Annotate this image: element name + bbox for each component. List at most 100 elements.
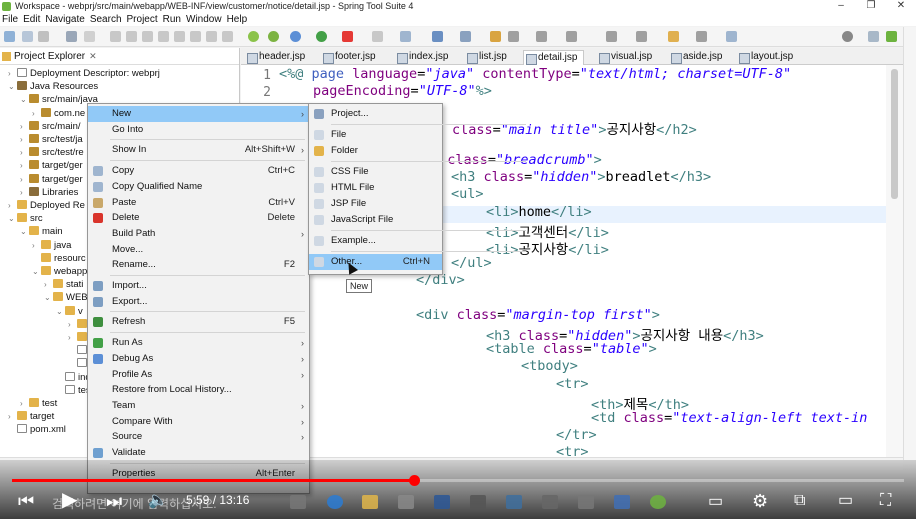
close-tab-icon[interactable]: ✕ <box>89 51 97 62</box>
tab-visual-jsp[interactable]: visual.jsp <box>597 50 652 65</box>
tab-header-jsp[interactable]: header.jsp <box>245 50 305 65</box>
search-toolbar-icon[interactable] <box>536 31 547 42</box>
tree-toggle-icon[interactable]: ⌄ <box>8 80 17 93</box>
tree-item[interactable]: ⌄ src <box>8 212 43 225</box>
external-tools-icon[interactable] <box>372 31 383 42</box>
ctx-item-profile-as[interactable]: Profile As › <box>88 367 309 383</box>
subtitles-icon[interactable]: ▭ <box>708 492 723 512</box>
tree-item[interactable]: ⌄ main <box>20 225 63 238</box>
tab-index-jsp[interactable]: index.jsp <box>395 50 448 65</box>
ctx-item-refresh[interactable]: Refresh F5 <box>88 314 309 330</box>
terminate-icon[interactable] <box>158 31 169 42</box>
menu-help[interactable]: Help <box>227 14 253 25</box>
spring-perspective-icon[interactable] <box>886 31 897 42</box>
new-item-html-file[interactable]: HTML File <box>309 180 442 196</box>
next-icon[interactable]: ⏭ <box>106 491 122 511</box>
maximize-button[interactable]: ❐ <box>856 0 886 12</box>
tree-toggle-icon[interactable]: › <box>68 318 77 331</box>
ctx-item-validate[interactable]: Validate <box>88 445 309 461</box>
ctx-item-restore-from-local-history[interactable]: Restore from Local History... <box>88 382 309 398</box>
tree-item[interactable]: › Libraries <box>20 186 78 199</box>
new-item-javascript-file[interactable]: JavaScript File <box>309 212 442 228</box>
tree-toggle-icon[interactable]: ⌄ <box>8 212 17 225</box>
resume-icon[interactable] <box>126 31 137 42</box>
next-annotation-icon[interactable] <box>606 31 617 42</box>
terminal-icon[interactable] <box>66 31 77 42</box>
tree-toggle-icon[interactable]: › <box>8 67 17 80</box>
new-java-project-icon[interactable] <box>432 31 443 42</box>
tree-toggle-icon[interactable]: › <box>32 239 41 252</box>
fullscreen-icon[interactable]: ⛶ <box>880 491 891 511</box>
tree-toggle-icon[interactable]: › <box>20 397 29 410</box>
step-into-icon[interactable] <box>190 31 201 42</box>
tree-toggle-icon[interactable]: › <box>20 120 29 133</box>
new-class-icon[interactable] <box>460 31 471 42</box>
ctx-item-move[interactable]: Move... <box>88 242 309 258</box>
tab-list-jsp[interactable]: list.jsp <box>465 50 507 65</box>
tree-item[interactable]: ⌄ v <box>56 305 83 318</box>
tree-toggle-icon[interactable]: ⌄ <box>44 291 53 304</box>
tree-toggle-icon[interactable]: › <box>20 159 29 172</box>
ctx-item-go-into[interactable]: Go Into <box>88 122 309 138</box>
tree-toggle-icon[interactable]: › <box>20 133 29 146</box>
tree-item[interactable]: › target/ger <box>20 159 83 172</box>
skip-breakpoints-icon[interactable] <box>110 31 121 42</box>
perspective-icon[interactable] <box>868 31 879 42</box>
menu-file[interactable]: File <box>2 14 23 25</box>
ctx-item-copy[interactable]: Copy Ctrl+C <box>88 163 309 179</box>
tree-toggle-icon[interactable]: › <box>68 331 77 344</box>
step-return-icon[interactable] <box>222 31 233 42</box>
ctx-item-run-as[interactable]: Run As › <box>88 335 309 351</box>
tree-toggle-icon[interactable]: ⌄ <box>20 93 29 106</box>
editor-vertical-scrollbar[interactable] <box>886 65 903 457</box>
tab-detail-jsp[interactable]: detail.jsp <box>523 50 585 65</box>
tree-item[interactable]: › target <box>8 410 54 423</box>
debug-icon[interactable] <box>290 31 301 42</box>
tree-toggle-icon[interactable]: › <box>20 186 29 199</box>
ctx-item-team[interactable]: Team › <box>88 398 309 414</box>
new-item-file[interactable]: File <box>309 127 442 143</box>
ctx-item-debug-as[interactable]: Debug As › <box>88 351 309 367</box>
pin-editor-icon[interactable] <box>726 31 737 42</box>
tree-toggle-icon[interactable]: › <box>20 146 29 159</box>
back-icon[interactable] <box>668 31 679 42</box>
tree-item[interactable]: › com.ne <box>32 107 85 120</box>
open-folder-icon[interactable] <box>490 31 501 42</box>
tree-item[interactable]: pom.xml <box>8 423 66 436</box>
prev-annotation-icon[interactable] <box>636 31 647 42</box>
tree-item[interactable]: › target/ger <box>20 173 83 186</box>
annotation-icon[interactable] <box>566 31 577 42</box>
new-item-folder[interactable]: Folder <box>309 143 442 159</box>
ctx-item-rename[interactable]: Rename... F2 <box>88 257 309 273</box>
ctx-item-show-in[interactable]: Show In Alt+Shift+W › <box>88 142 309 158</box>
play-icon[interactable]: ▶ <box>62 490 77 510</box>
tree-item[interactable]: ⌄ WEB <box>44 291 88 304</box>
previous-icon[interactable]: ⏮ <box>18 491 34 511</box>
tree-toggle-icon[interactable]: ⌄ <box>56 305 65 318</box>
tree-item[interactable]: resourc <box>32 252 86 265</box>
run-icon[interactable] <box>316 31 327 42</box>
tree-toggle-icon[interactable]: › <box>20 173 29 186</box>
ctx-item-new[interactable]: New › <box>88 106 309 122</box>
tree-toggle-icon[interactable]: › <box>32 107 41 120</box>
close-button[interactable]: ✕ <box>886 0 916 12</box>
spring-boot-icon[interactable] <box>248 31 259 42</box>
menu-run[interactable]: Run <box>163 14 186 25</box>
tree-item[interactable]: › test <box>20 397 57 410</box>
suspend-icon[interactable] <box>142 31 153 42</box>
menu-navigate[interactable]: Navigate <box>45 14 89 25</box>
tree-toggle-icon[interactable]: › <box>8 410 17 423</box>
tree-item[interactable]: › src/test/re <box>20 146 84 159</box>
ctx-item-delete[interactable]: Delete Delete <box>88 210 309 226</box>
tree-item[interactable]: › stati <box>44 278 83 291</box>
tree-item[interactable]: › java <box>32 239 71 252</box>
new-item-other[interactable]: Other... Ctrl+N <box>309 254 442 270</box>
tree-toggle-icon[interactable]: ⌄ <box>32 265 41 278</box>
tree-item[interactable]: › Deployed Re <box>8 199 85 212</box>
pencil-icon[interactable] <box>508 31 519 42</box>
video-progress-bar[interactable] <box>12 475 904 486</box>
tree-toggle-icon[interactable]: › <box>8 199 17 212</box>
save-all-icon[interactable] <box>38 31 49 42</box>
menu-project[interactable]: Project <box>127 14 163 25</box>
boot-dashboard-icon[interactable] <box>268 31 279 42</box>
